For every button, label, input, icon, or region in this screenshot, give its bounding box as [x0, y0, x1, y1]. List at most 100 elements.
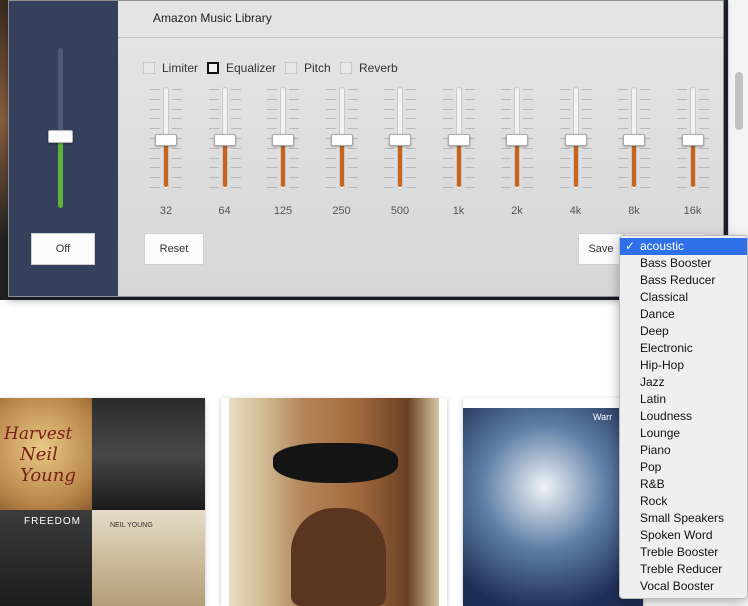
- preset-menu-item-label: Lounge: [640, 426, 681, 440]
- eq-band-250[interactable]: 250: [320, 85, 364, 225]
- album-card-warren[interactable]: Warr: [463, 398, 643, 606]
- preset-menu-item[interactable]: R&B: [620, 476, 747, 493]
- volume-slider-handle[interactable]: [48, 129, 73, 143]
- reset-button[interactable]: Reset: [144, 233, 204, 265]
- preset-menu-item[interactable]: Pop: [620, 459, 747, 476]
- eq-band-4k[interactable]: 4k: [554, 85, 598, 225]
- preset-menu-item-label: Bass Reducer: [640, 273, 716, 287]
- eq-tick: [208, 98, 219, 100]
- preset-menu-item[interactable]: Latin: [620, 391, 747, 408]
- preset-menu-item[interactable]: ✓ acoustic: [620, 238, 747, 255]
- eq-tick: [150, 89, 160, 90]
- eq-tick: [442, 98, 453, 100]
- eq-tick: [442, 128, 453, 130]
- reverb-checkbox-box[interactable]: [340, 62, 352, 74]
- eq-frequency-label: 2k: [511, 205, 523, 217]
- volume-slider-fill: [58, 136, 63, 208]
- eq-frequency-label: 125: [273, 205, 293, 217]
- preset-menu-item[interactable]: Spoken Word: [620, 527, 747, 544]
- preset-menu-item-label: Small Speakers: [640, 511, 725, 525]
- save-button[interactable]: Save: [578, 233, 624, 265]
- eq-slider-handle[interactable]: [447, 134, 470, 146]
- eq-tick: [581, 147, 592, 149]
- eq-tick: [289, 157, 299, 159]
- eq-tick: [640, 118, 650, 120]
- eq-slider-handle[interactable]: [389, 134, 411, 146]
- off-button[interactable]: Off: [31, 233, 95, 265]
- preset-menu-item-label: Pop: [640, 460, 662, 474]
- eq-tick: [208, 89, 219, 90]
- preset-menu-item[interactable]: Treble Booster: [620, 544, 747, 561]
- eq-slider-handle[interactable]: [330, 134, 353, 146]
- album-card-neil-young[interactable]: Harvest Neil Young FREEDOM NEIL YOUNG: [0, 398, 205, 606]
- eq-band-2k[interactable]: 2k: [495, 85, 539, 225]
- eq-band-125[interactable]: 125: [261, 85, 305, 225]
- eq-frequency-label: 250: [332, 205, 351, 217]
- eq-frequency-label: 64: [218, 205, 231, 217]
- eq-tick: [676, 157, 687, 159]
- preset-menu-item-label: acoustic: [640, 239, 685, 253]
- preset-menu-item[interactable]: Vocal Booster: [620, 578, 747, 595]
- eq-band-8k[interactable]: 8k: [612, 85, 656, 225]
- preset-menu-item[interactable]: Bass Reducer: [620, 272, 747, 289]
- eq-tick: [325, 98, 336, 100]
- preset-menu-item[interactable]: Loudness: [620, 408, 747, 425]
- eq-tick: [676, 98, 687, 100]
- eq-tick: [698, 157, 709, 159]
- scrollbar-thumb[interactable]: [735, 72, 743, 130]
- equalizer-label: Equalizer: [226, 61, 277, 75]
- eq-band-32[interactable]: 32: [144, 85, 188, 225]
- equalizer-checkbox[interactable]: Equalizer: [207, 60, 276, 76]
- eq-slider-handle[interactable]: [272, 134, 294, 146]
- eq-tick: [442, 89, 453, 90]
- preset-menu-item[interactable]: Bass Booster: [620, 255, 747, 272]
- preset-menu-item[interactable]: Classical: [620, 289, 747, 306]
- eq-slider-handle[interactable]: [155, 134, 177, 146]
- preset-menu-item[interactable]: Lounge: [620, 425, 747, 442]
- eq-tick: [464, 98, 475, 100]
- pitch-checkbox-box[interactable]: [285, 62, 297, 74]
- eq-slider-handle[interactable]: [623, 134, 645, 146]
- eq-tick: [230, 157, 241, 159]
- eq-tick: [501, 128, 511, 130]
- eq-tick: [267, 98, 277, 100]
- eq-tick: [289, 177, 299, 179]
- preset-menu-item[interactable]: Hip-Hop: [620, 357, 747, 374]
- eq-tick: [523, 177, 533, 179]
- preset-menu-item[interactable]: Piano: [620, 442, 747, 459]
- eq-tick: [464, 157, 475, 159]
- eq-tick: [640, 167, 650, 169]
- eq-tick: [406, 167, 416, 169]
- preset-menu-item-label: Treble Booster: [640, 545, 719, 559]
- eq-tick: [698, 108, 709, 110]
- eq-slider-handle[interactable]: [506, 134, 528, 146]
- eq-tick: [618, 167, 628, 169]
- eq-band-500[interactable]: 500: [378, 85, 422, 225]
- preset-menu-item[interactable]: Electronic: [620, 340, 747, 357]
- eq-tick: [172, 157, 182, 159]
- eq-tick: [559, 177, 570, 179]
- preset-menu-item[interactable]: Dance: [620, 306, 747, 323]
- limiter-checkbox-box[interactable]: [143, 62, 155, 74]
- preset-menu-item[interactable]: Treble Reducer: [620, 561, 747, 578]
- eq-tick: [230, 98, 241, 100]
- reverb-checkbox[interactable]: Reverb: [340, 60, 398, 76]
- equalizer-window: Off Amazon Music Library Limiter Equaliz…: [8, 0, 724, 297]
- preset-menu-item[interactable]: Deep: [620, 323, 747, 340]
- eq-band-64[interactable]: 64: [203, 85, 247, 225]
- eq-slider-handle[interactable]: [213, 134, 236, 146]
- eq-band-16k[interactable]: 16k: [671, 85, 715, 225]
- eq-band-1k[interactable]: 1k: [437, 85, 481, 225]
- artist-card-photo[interactable]: [221, 398, 447, 606]
- preset-menu-item[interactable]: Rock: [620, 493, 747, 510]
- eq-tick: [698, 177, 709, 179]
- preset-menu-item[interactable]: Small Speakers: [620, 510, 747, 527]
- preset-menu-item[interactable]: Jazz: [620, 374, 747, 391]
- limiter-checkbox[interactable]: Limiter: [143, 60, 198, 76]
- eq-slider-handle[interactable]: [564, 134, 587, 146]
- eq-slider-fill: [281, 140, 285, 187]
- pitch-checkbox[interactable]: Pitch: [285, 60, 331, 76]
- equalizer-checkbox-box[interactable]: [207, 62, 219, 74]
- eq-slider-handle[interactable]: [681, 134, 704, 146]
- eq-tick: [640, 128, 650, 130]
